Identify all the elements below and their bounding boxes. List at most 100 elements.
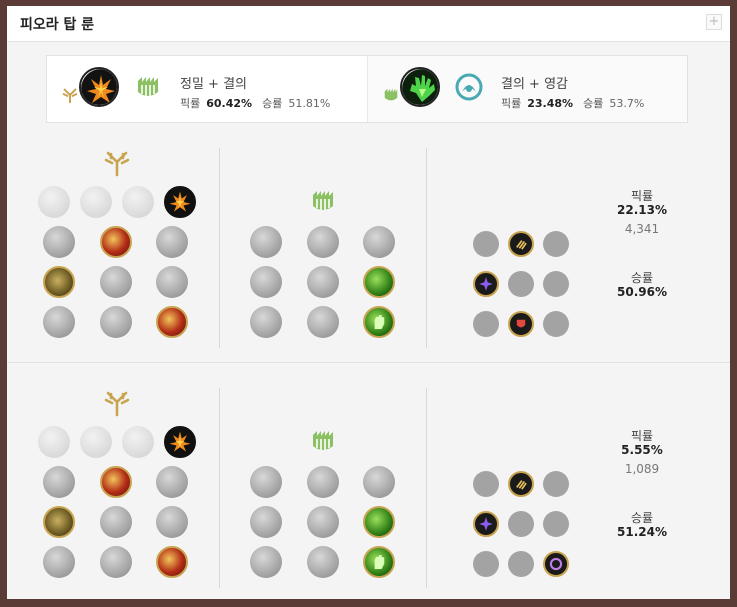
ability-haste-shard-icon[interactable] [543,471,569,497]
legend-bloodline-icon[interactable] [156,506,188,538]
adaptive-force-shard-icon[interactable] [473,511,499,537]
demolish-icon[interactable] [250,226,282,258]
overgrowth-icon[interactable] [250,306,282,338]
panel-header: 피오라 탑 룬 + [7,6,730,42]
fleet-footwork-icon[interactable] [122,426,154,458]
divider [219,148,220,348]
cut-down-icon[interactable] [100,546,132,578]
second-wind-icon[interactable] [307,506,339,538]
adaptive-force-shard-icon[interactable] [473,231,499,257]
summary-path-name: 결의 + 영감 [501,77,568,92]
precision-tree-icon [104,151,130,177]
magic-resist-shard-icon[interactable] [543,271,569,297]
adaptive-force-shard-icon[interactable] [473,471,499,497]
armor-shard-icon[interactable] [508,551,534,577]
legend-tenacity-icon[interactable] [100,506,132,538]
presence-of-mind-icon[interactable] [156,466,188,498]
panel-title: 피오라 탑 룬 [20,17,95,33]
resolve-tree-icon [313,431,333,450]
summary-option-precision-resolve[interactable]: 정밀 + 결의 픽률 60.42% 승률 51.81% [47,56,367,122]
legend-alacrity-icon[interactable] [43,506,75,538]
lethal-tempo-icon[interactable] [80,186,112,218]
precision-tree-icon [104,391,130,417]
rune-build-2[interactable]: 픽률 5.55% 1,089 승률 51.24% [7,382,730,602]
divider [426,388,427,588]
divider [219,388,220,588]
shield-bash-icon[interactable] [363,466,395,498]
conditioning-icon[interactable] [250,266,282,298]
press-the-attack-icon[interactable] [38,186,70,218]
game-count: 4,341 [624,222,660,236]
shield-bash-icon[interactable] [363,226,395,258]
overgrowth-icon[interactable] [250,546,282,578]
last-stand-icon[interactable] [156,546,188,578]
revitalize-icon[interactable] [307,546,339,578]
font-of-life-icon[interactable] [307,466,339,498]
font-of-life-icon[interactable] [307,226,339,258]
conqueror-icon [79,67,119,107]
divider [7,362,730,363]
win-rate: 51.81% [288,97,331,110]
conqueror-icon[interactable] [164,426,196,458]
expand-button[interactable]: + [706,14,722,30]
pick-rate: 5.55% [621,443,663,457]
rune-build-1[interactable]: 픽률 22.13% 4,341 승률 50.96% [7,142,730,362]
adaptive-force-shard-icon[interactable] [473,271,499,297]
win-label: 승률 [630,511,654,525]
win-rate: 53.7% [609,97,645,110]
bone-plating-icon[interactable] [363,266,395,298]
win-label: 승률 [583,97,604,110]
legend-bloodline-icon[interactable] [156,266,188,298]
health-shard-icon[interactable] [473,551,499,577]
win-label: 승률 [630,271,654,285]
revitalize-icon[interactable] [307,306,339,338]
unflinching-icon[interactable] [363,306,395,338]
fleet-footwork-icon[interactable] [122,186,154,218]
legend-tenacity-icon[interactable] [100,266,132,298]
legend-alacrity-icon[interactable] [43,266,75,298]
bone-plating-icon[interactable] [363,506,395,538]
demolish-icon[interactable] [250,466,282,498]
summary-option-resolve-inspiration[interactable]: 결의 + 영감 픽률 23.48% 승률 53.7% [367,56,687,122]
summary-stats: 픽률 23.48% 승률 53.7% [501,95,644,111]
conditioning-icon[interactable] [250,506,282,538]
pick-rate: 23.48% [527,97,574,110]
game-count: 1,089 [624,462,660,476]
win-label: 승률 [262,97,283,110]
pick-label: 픽률 [630,189,654,203]
resolve-tree-small-icon [384,88,398,101]
pick-label: 픽률 [180,97,201,110]
ability-haste-shard-icon[interactable] [543,231,569,257]
summary-stats: 픽률 60.42% 승률 51.81% [180,95,330,111]
press-the-attack-icon[interactable] [38,426,70,458]
health-shard-icon[interactable] [473,311,499,337]
unflinching-icon[interactable] [363,546,395,578]
coup-de-grace-icon[interactable] [43,306,75,338]
cut-down-icon[interactable] [100,306,132,338]
divider [426,148,427,348]
summary-path-name: 정밀 + 결의 [180,77,247,92]
armor-shard-icon[interactable] [508,511,534,537]
win-rate: 50.96% [617,285,667,299]
lethal-tempo-icon[interactable] [80,426,112,458]
overheal-icon[interactable] [43,466,75,498]
conqueror-icon[interactable] [164,186,196,218]
pick-label: 픽률 [630,429,654,443]
armor-shard-icon[interactable] [508,271,534,297]
magic-resist-shard-icon[interactable] [543,551,569,577]
second-wind-icon[interactable] [307,266,339,298]
resolve-tree-icon [313,191,333,210]
overheal-icon[interactable] [43,226,75,258]
magic-resist-shard-icon[interactable] [543,311,569,337]
presence-of-mind-icon[interactable] [156,226,188,258]
last-stand-icon[interactable] [156,306,188,338]
magic-resist-shard-icon[interactable] [543,511,569,537]
rune-content: 정밀 + 결의 픽률 60.42% 승률 51.81% 결의 + 영감 픽률 2… [7,42,730,599]
coup-de-grace-icon[interactable] [43,546,75,578]
triumph-icon[interactable] [100,226,132,258]
triumph-icon[interactable] [100,466,132,498]
attack-speed-shard-icon[interactable] [508,231,534,257]
attack-speed-shard-icon[interactable] [508,471,534,497]
armor-shard-icon[interactable] [508,311,534,337]
precision-tree-icon [62,88,78,104]
